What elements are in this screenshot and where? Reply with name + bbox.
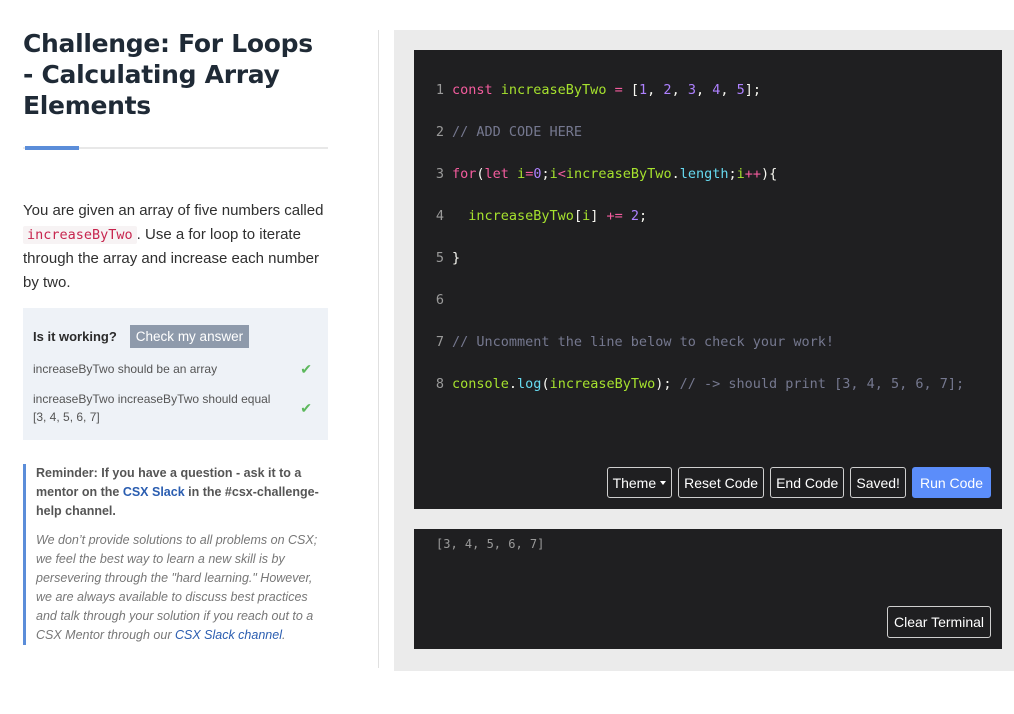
check-item-1: increaseByTwo should be an array ✔ — [33, 360, 318, 378]
title-divider — [23, 146, 328, 150]
line-number: 4 — [435, 208, 444, 224]
answer-checker: Is it working? Check my answer increaseB… — [23, 308, 328, 440]
editor-toolbar: Theme Reset Code End Code Saved! Run Cod… — [606, 467, 991, 498]
line-number: 3 — [435, 166, 444, 182]
line-number: 5 — [435, 250, 444, 266]
csx-slack-link[interactable]: CSX Slack — [123, 485, 185, 499]
check-item-text: increaseByTwo increaseByTwo should equal… — [33, 392, 271, 424]
chevron-down-icon — [660, 480, 667, 485]
code-line-3: 3 for(let i=0;i<increaseByTwo.length;i++)… — [414, 164, 964, 185]
terminal-output: [3, 4, 5, 6, 7] — [436, 537, 545, 551]
line-number: 6 — [435, 292, 444, 308]
code-editor[interactable]: 1 const increaseByTwo = [1, 2, 3, 4, 5]; … — [414, 50, 1002, 509]
clear-terminal-button[interactable]: Clear Terminal — [887, 606, 991, 638]
reminder-blockquote: Reminder: If you have a question - ask i… — [23, 464, 328, 645]
challenge-column: Challenge: For Loops - Calculating Array… — [23, 28, 328, 645]
code-lines[interactable]: 1 const increaseByTwo = [1, 2, 3, 4, 5]; … — [414, 59, 964, 437]
reminder-text: Reminder: If you have a question - ask i… — [36, 464, 328, 521]
code-line-6: 6 — [414, 290, 964, 311]
run-code-button[interactable]: Run Code — [911, 467, 991, 498]
reset-code-button[interactable]: Reset Code — [678, 467, 765, 498]
reminder-note-end: . — [281, 628, 286, 642]
code-line-8: 8 console.log(increaseByTwo); // -> shoul… — [414, 374, 964, 395]
theme-dropdown-button[interactable]: Theme — [606, 467, 673, 498]
terminal: [3, 4, 5, 6, 7] Clear Terminal — [414, 529, 1002, 649]
code-line-5: 5} — [414, 248, 964, 269]
line-number: 1 — [435, 82, 444, 98]
code-line-2: 2// ADD CODE HERE — [414, 122, 964, 143]
code-line-4: 4 increaseByTwo[i] += 2; — [414, 206, 964, 227]
checkmark-icon: ✔ — [300, 400, 312, 416]
title-accent — [25, 146, 79, 150]
page-title: Challenge: For Loops - Calculating Array… — [23, 29, 313, 120]
line-number: 2 — [435, 124, 444, 140]
saved-button[interactable]: Saved! — [850, 467, 906, 498]
inline-code-variable: increaseByTwo — [23, 226, 137, 244]
end-code-button[interactable]: End Code — [770, 467, 845, 498]
line-number: 8 — [435, 376, 444, 392]
check-item-2: increaseByTwo increaseByTwo should equal… — [33, 390, 318, 426]
code-line-1: 1 const increaseByTwo = [1, 2, 3, 4, 5]; — [414, 80, 964, 101]
reminder-note-start: We don’t provide solutions to all proble… — [36, 533, 318, 642]
checkmark-icon: ✔ — [300, 361, 312, 377]
reminder-note: We don’t provide solutions to all proble… — [36, 531, 328, 645]
theme-label: Theme — [612, 474, 657, 491]
code-line-7: 7// Uncomment the line below to check yo… — [414, 332, 964, 353]
checker-header: Is it working? Check my answer — [33, 325, 318, 348]
column-divider — [378, 30, 379, 668]
challenge-description: You are given an array of five numbers c… — [23, 199, 328, 295]
checker-question: Is it working? — [33, 329, 117, 344]
check-item-text: increaseByTwo should be an array — [33, 362, 218, 376]
description-text-start: You are given an array of five numbers c… — [23, 202, 324, 219]
workspace-panel: 1 const increaseByTwo = [1, 2, 3, 4, 5]; … — [394, 30, 1014, 671]
csx-slack-channel-link[interactable]: CSX Slack channel — [175, 628, 282, 642]
check-answer-button[interactable]: Check my answer — [129, 325, 250, 348]
line-number: 7 — [435, 334, 444, 350]
